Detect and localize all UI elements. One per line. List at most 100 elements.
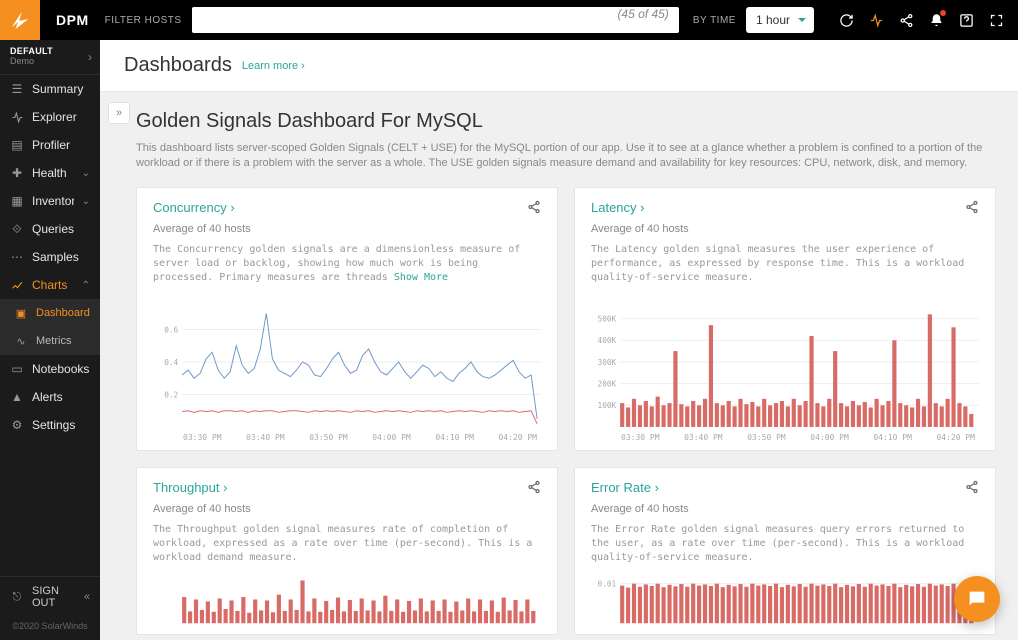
top-icon-group xyxy=(824,12,1018,28)
chat-bubble-button[interactable] xyxy=(954,576,1000,622)
nav-samples[interactable]: ⋯Samples xyxy=(0,243,100,271)
main-area: Dashboards Learn more » Golden Signals D… xyxy=(100,40,1018,640)
pulse-icon[interactable] xyxy=(868,12,884,28)
inventory-icon: ▦ xyxy=(10,194,24,208)
fullscreen-icon[interactable] xyxy=(988,12,1004,28)
refresh-icon[interactable] xyxy=(838,12,854,28)
nav-summary[interactable]: ☰Summary xyxy=(0,75,100,103)
samples-icon: ⋯ xyxy=(10,250,24,264)
card-error-rate: Error Rate Average of 40 hosts The Error… xyxy=(574,467,996,635)
card-title[interactable]: Error Rate xyxy=(591,480,659,495)
filter-hosts-label: FILTER HOSTS xyxy=(105,15,192,26)
card-title[interactable]: Latency xyxy=(591,200,645,215)
time-range-value: 1 hour xyxy=(756,13,790,27)
dashboard-description: This dashboard lists server-scoped Golde… xyxy=(136,141,996,171)
chart-error-rate: 0.01 xyxy=(591,571,979,626)
card-subtitle: Average of 40 hosts xyxy=(591,223,979,235)
filter-hosts-input[interactable]: (45 of 45) xyxy=(192,7,679,33)
sidebar: DEFAULT Demo › ☰Summary Explorer ▤Profil… xyxy=(0,40,100,640)
card-description: The Error Rate golden signal measures qu… xyxy=(591,523,979,565)
svg-text:0.2: 0.2 xyxy=(164,390,178,399)
org-name: Demo xyxy=(10,56,90,66)
card-description: The Latency golden signal measures the u… xyxy=(591,243,979,285)
card-subtitle: Average of 40 hosts xyxy=(153,223,541,235)
brand-label: DPM xyxy=(40,12,105,28)
charts-icon xyxy=(10,278,24,292)
nav-explorer[interactable]: Explorer xyxy=(0,103,100,131)
svg-text:400K: 400K xyxy=(598,336,617,345)
chart-latency: 100K200K300K400K500K03:30 PM03:40 PM03:5… xyxy=(591,291,979,442)
svg-text:0.01: 0.01 xyxy=(598,579,617,588)
logo-icon[interactable] xyxy=(0,0,40,40)
chevron-down-icon: ⌄ xyxy=(82,168,90,179)
summary-icon: ☰ xyxy=(10,82,24,96)
chevron-up-icon: ⌃ xyxy=(82,280,90,291)
share-icon[interactable] xyxy=(527,480,541,499)
card-subtitle: Average of 40 hosts xyxy=(153,503,541,515)
chevron-down-icon: ⌄ xyxy=(82,196,90,207)
learn-more-link[interactable]: Learn more xyxy=(242,60,305,72)
page-title: Dashboards xyxy=(124,54,232,77)
nav-dashboards[interactable]: ▣Dashboards xyxy=(0,299,100,327)
share-icon[interactable] xyxy=(898,12,914,28)
page-header: Dashboards Learn more xyxy=(100,40,1018,92)
chat-icon xyxy=(966,588,988,610)
collapse-sidebar-icon[interactable]: « xyxy=(84,591,90,603)
dashboards-icon: ▣ xyxy=(14,306,28,320)
signout-icon: ⎋ xyxy=(10,590,24,604)
svg-text:0.4: 0.4 xyxy=(164,358,178,367)
sign-out-button[interactable]: ⎋ SIGN OUT « xyxy=(0,576,100,617)
card-throughput: Throughput Average of 40 hosts The Throu… xyxy=(136,467,558,635)
share-icon[interactable] xyxy=(965,480,979,499)
card-title[interactable]: Concurrency xyxy=(153,200,235,215)
help-icon[interactable] xyxy=(958,12,974,28)
nav-settings[interactable]: ⚙Settings xyxy=(0,411,100,439)
solarwinds-icon xyxy=(9,9,31,31)
signout-label: SIGN OUT xyxy=(32,585,76,609)
chart-concurrency: 0.20.40.603:30 PM03:40 PM03:50 PM04:00 P… xyxy=(153,291,541,442)
svg-text:200K: 200K xyxy=(598,379,617,388)
svg-text:0.6: 0.6 xyxy=(164,325,178,334)
queries-icon: ⟐ xyxy=(10,222,24,236)
nav-profiler[interactable]: ▤Profiler xyxy=(0,131,100,159)
settings-icon: ⚙ xyxy=(10,418,24,432)
notification-badge xyxy=(940,10,946,16)
by-time-label: BY TIME xyxy=(679,15,746,26)
nav-inventory[interactable]: ▦Inventory⌄ xyxy=(0,187,100,215)
org-label: DEFAULT xyxy=(10,46,90,56)
explorer-icon xyxy=(10,110,24,124)
org-selector[interactable]: DEFAULT Demo › xyxy=(0,40,100,75)
svg-text:500K: 500K xyxy=(598,314,617,323)
nav-metrics[interactable]: ∿Metrics xyxy=(0,327,100,355)
copyright: ©2020 SolarWinds xyxy=(0,617,100,640)
time-range-select[interactable]: 1 hour xyxy=(746,7,814,33)
notebooks-icon: ▭ xyxy=(10,362,24,376)
bell-icon[interactable] xyxy=(928,12,944,28)
filter-count: (45 of 45) xyxy=(617,7,668,21)
show-more-link[interactable]: Show More xyxy=(394,272,448,283)
share-icon[interactable] xyxy=(527,200,541,219)
svg-text:100K: 100K xyxy=(598,401,617,410)
expand-panel-button[interactable]: » xyxy=(108,102,130,124)
profiler-icon: ▤ xyxy=(10,138,24,152)
metrics-icon: ∿ xyxy=(14,334,28,348)
nav-queries[interactable]: ⟐Queries xyxy=(0,215,100,243)
dashboard-title: Golden Signals Dashboard For MySQL xyxy=(136,110,996,133)
nav-health[interactable]: ✚Health⌄ xyxy=(0,159,100,187)
card-description: The Throughput golden signal measures ra… xyxy=(153,523,541,565)
card-description: The Concurrency golden signals are a dim… xyxy=(153,243,541,285)
card-subtitle: Average of 40 hosts xyxy=(591,503,979,515)
chart-throughput xyxy=(153,571,541,626)
card-concurrency: Concurrency Average of 40 hosts The Conc… xyxy=(136,187,558,451)
nav-alerts[interactable]: ▲Alerts xyxy=(0,383,100,411)
chevron-right-icon: › xyxy=(88,50,92,64)
svg-text:300K: 300K xyxy=(598,358,617,367)
card-latency: Latency Average of 40 hosts The Latency … xyxy=(574,187,996,451)
card-title[interactable]: Throughput xyxy=(153,480,227,495)
health-icon: ✚ xyxy=(10,166,24,180)
share-icon[interactable] xyxy=(965,200,979,219)
top-bar: DPM FILTER HOSTS (45 of 45) BY TIME 1 ho… xyxy=(0,0,1018,40)
nav-charts[interactable]: Charts⌃ xyxy=(0,271,100,299)
nav-notebooks[interactable]: ▭Notebooks xyxy=(0,355,100,383)
alerts-icon: ▲ xyxy=(10,390,24,404)
